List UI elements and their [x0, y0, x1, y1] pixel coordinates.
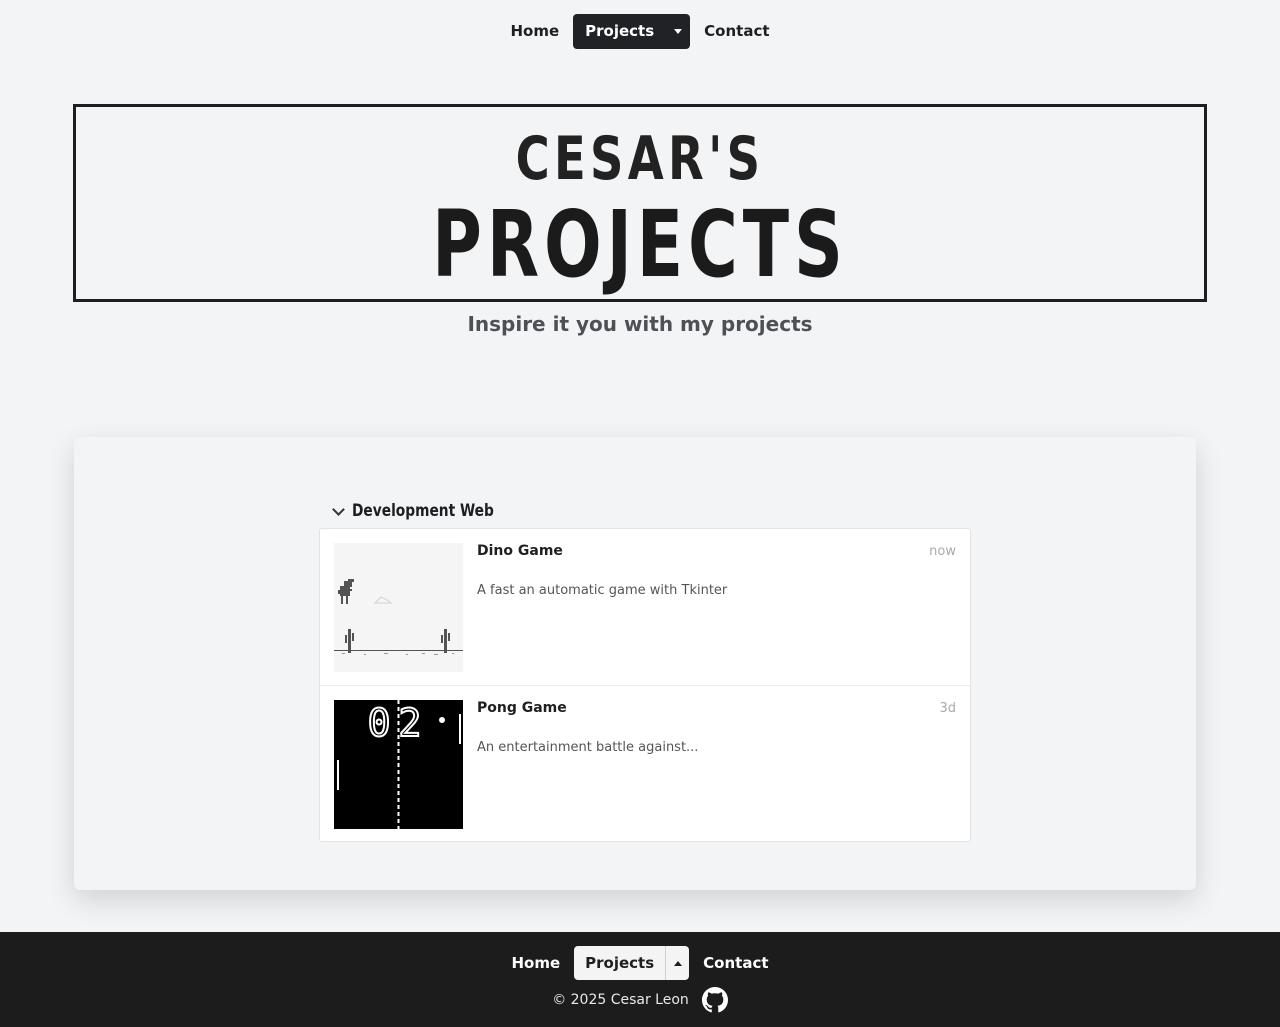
- item-description: A fast an automatic game with Tkinter: [477, 583, 728, 598]
- dino-game-thumbnail: [334, 543, 463, 672]
- caret-up-icon: [673, 960, 682, 966]
- footer-home-link[interactable]: Home: [504, 946, 567, 980]
- nav-projects-dropdown-toggle[interactable]: [666, 14, 691, 49]
- item-title: Dino Game: [477, 543, 563, 559]
- nav-projects-button[interactable]: Projects: [573, 14, 667, 49]
- chevron-down-icon: [332, 502, 345, 516]
- item-description: An entertainment battle against...: [477, 740, 699, 755]
- footer: Home Projects Contact © 2025 Cesar Leon: [0, 932, 1280, 1027]
- pong-game-thumbnail: 02: [334, 700, 463, 829]
- footer-nav: Home Projects Contact: [0, 946, 1280, 980]
- footer-projects-button[interactable]: Projects: [574, 946, 666, 980]
- nav-projects-split-button: Projects: [573, 14, 691, 49]
- project-list: Dino Game now A fast an automatic game w…: [319, 528, 971, 842]
- footer-projects-split-button: Projects: [574, 946, 690, 980]
- nav-home-link[interactable]: Home: [503, 14, 566, 49]
- item-timestamp: now: [929, 544, 956, 559]
- caret-down-icon: [674, 29, 683, 34]
- footer-projects-dropdown-toggle[interactable]: [665, 946, 690, 980]
- pong-score: 02: [368, 701, 430, 745]
- list-item[interactable]: 02 Pong Game 3d An entertainment battle …: [320, 685, 970, 841]
- copyright-text: © 2025 Cesar Leon: [552, 992, 689, 1008]
- copyright-row: © 2025 Cesar Leon: [0, 987, 1280, 1013]
- github-icon[interactable]: [701, 987, 728, 1013]
- group-label: Development Web: [352, 501, 494, 521]
- item-title: Pong Game: [477, 700, 567, 716]
- group-header[interactable]: Development Web: [330, 498, 510, 524]
- hero-subtitle: Inspire it you with my projects: [467, 312, 813, 336]
- hero-banner: CESAR'S PROJECTS: [73, 104, 1207, 302]
- hero-title-line2: PROJECTS: [432, 191, 848, 298]
- footer-contact-link[interactable]: Contact: [696, 946, 775, 980]
- nav-contact-link[interactable]: Contact: [697, 14, 776, 49]
- list-item[interactable]: Dino Game now A fast an automatic game w…: [320, 529, 970, 685]
- top-nav: Home Projects Contact: [0, 14, 1280, 49]
- item-timestamp: 3d: [939, 701, 956, 716]
- hero-title-line1: CESAR'S: [515, 124, 765, 194]
